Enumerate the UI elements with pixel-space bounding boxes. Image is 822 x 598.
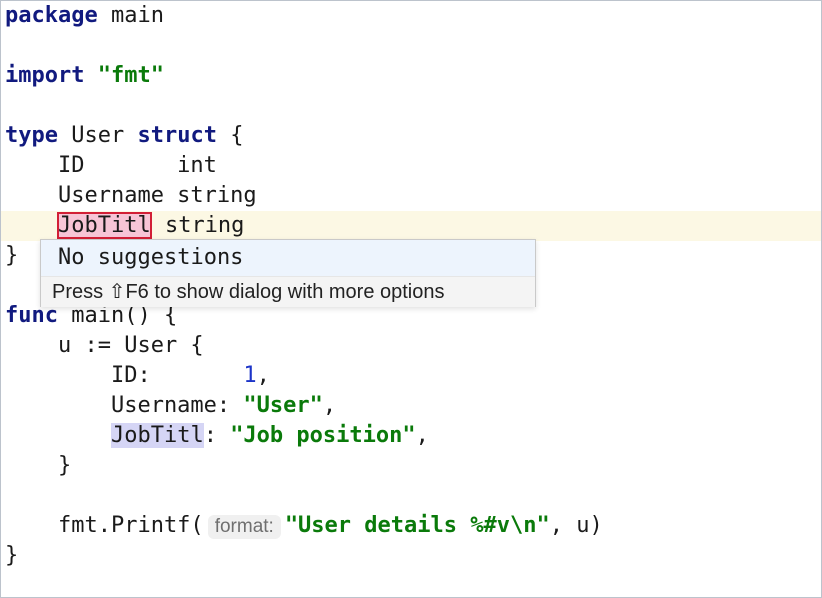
code-text: Username: xyxy=(5,393,244,418)
current-code-line: JobTitl string xyxy=(1,211,821,241)
code-line: } xyxy=(5,453,72,478)
code-line: } xyxy=(5,543,19,568)
string-literal: "User details %#v\n" xyxy=(284,513,550,538)
rename-suggestions-popup: No suggestions Press ⇧F6 to show dialog … xyxy=(40,239,536,307)
code-text: User xyxy=(57,123,138,148)
code-line: import "fmt" xyxy=(1,61,821,91)
code-line: Username: "User", xyxy=(1,391,821,421)
keyword: type xyxy=(5,123,58,148)
keyword: import xyxy=(5,63,85,88)
code-editor[interactable]: package main import "fmt" type User stru… xyxy=(0,0,822,598)
code-line: fmt.Printf(format: "User details %#v\n", … xyxy=(1,511,821,541)
code-text: , xyxy=(415,423,429,448)
code-text: { xyxy=(216,123,244,148)
number-literal: 1 xyxy=(243,363,257,388)
keyword: package xyxy=(5,3,98,28)
keyword: struct xyxy=(137,123,217,148)
suggestion-item[interactable]: No suggestions xyxy=(41,240,535,276)
code-text: : xyxy=(203,423,231,448)
code-line: Username string xyxy=(5,183,257,208)
parameter-hint: format: xyxy=(207,515,281,539)
code-line: package main xyxy=(1,1,821,31)
code-text: , xyxy=(322,393,337,418)
popup-footer-hint: Press ⇧F6 to show dialog with more optio… xyxy=(41,276,535,307)
string-literal: "Job position" xyxy=(230,423,416,448)
code-line: ID: 1, xyxy=(1,361,821,391)
code-text: fmt.Printf( xyxy=(5,513,204,538)
code-text: , xyxy=(256,363,270,388)
code-line: type User struct { xyxy=(1,121,821,151)
code-text: main xyxy=(97,3,164,28)
code-text: string xyxy=(151,213,245,238)
code-line: ID int xyxy=(5,153,217,178)
identifier-usage: JobTitl xyxy=(110,423,204,448)
code-line: JobTitl: "Job position", xyxy=(1,421,821,451)
code-text: ID: xyxy=(5,363,244,388)
code-text: , u) xyxy=(549,513,603,538)
code-line: u := User { xyxy=(5,333,204,358)
string-literal: "fmt" xyxy=(97,63,164,88)
rename-identifier[interactable]: JobTitl xyxy=(56,212,152,239)
string-literal: "User" xyxy=(243,393,323,418)
